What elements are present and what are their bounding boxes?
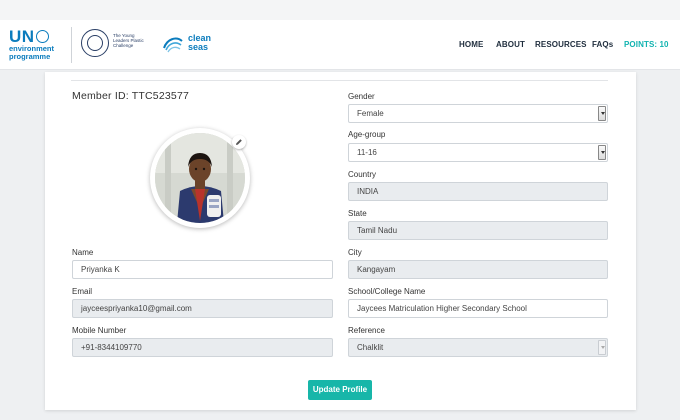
unep-logo[interactable]: UN environment programme [9,28,61,64]
school-label: School/College Name [348,287,426,296]
profile-photo [155,133,245,223]
un-globe-icon [35,30,49,43]
state-field[interactable]: Tamil Nadu [348,221,608,240]
avatar [155,133,245,223]
site-header: UN environment programme The Young Leade… [0,20,680,70]
email-field[interactable]: jayceespriyanka10@gmail.com [72,299,333,318]
gender-select[interactable]: Female [348,104,608,123]
member-id: Member ID: TTC523577 [72,90,190,102]
nav-faqs[interactable]: FAQs [592,40,613,49]
city-label: City [348,248,362,257]
nav-resources[interactable]: RESOURCES [535,40,587,49]
age-group-value: 11-16 [357,148,377,157]
header-divider [71,27,72,63]
ylpc-seal-icon [81,29,109,57]
reference-label: Reference [348,326,385,335]
cleanseas-logo[interactable]: clean seas [162,31,222,59]
ylpc-logo[interactable]: The Young Leaders Plastic Challenge [81,29,151,61]
top-strip [0,0,680,20]
card-divider [71,80,608,81]
chevron-down-icon [598,340,606,355]
gender-label: Gender [348,92,375,101]
un-logo-line2: programme [9,52,51,61]
nav-home[interactable]: HOME [459,40,483,49]
email-label: Email [72,287,93,296]
state-label: State [348,209,367,218]
nav-points[interactable]: POINTS: 10 [624,40,669,49]
school-field[interactable]: Jaycees Matriculation Higher Secondary S… [348,299,608,318]
reference-select[interactable]: Chalklit [348,338,608,357]
mobile-field[interactable]: +91-8344109770 [72,338,333,357]
pencil-icon [236,139,242,145]
age-group-select[interactable]: 11-16 [348,143,608,162]
chevron-down-icon [598,145,606,160]
gender-value: Female [357,109,384,118]
age-group-label: Age-group [348,130,386,139]
country-field[interactable]: INDIA [348,182,608,201]
edit-photo-button[interactable] [232,135,246,149]
ylpc-line3: Challenge [113,43,134,48]
country-label: Country [348,170,377,179]
update-profile-button[interactable]: Update Profile [308,380,372,400]
name-field[interactable]: Priyanka K [72,260,333,279]
mobile-label: Mobile Number [72,326,127,335]
cleanseas-line2: seas [188,42,209,52]
name-label: Name [72,248,94,257]
nav-about[interactable]: ABOUT [496,40,525,49]
chevron-down-icon [598,106,606,121]
wave-icon [163,37,183,53]
reference-value: Chalklit [357,343,384,352]
profile-card: Member ID: TTC523577 Name Priyanka K Ema… [45,72,636,410]
city-field[interactable]: Kangayam [348,260,608,279]
